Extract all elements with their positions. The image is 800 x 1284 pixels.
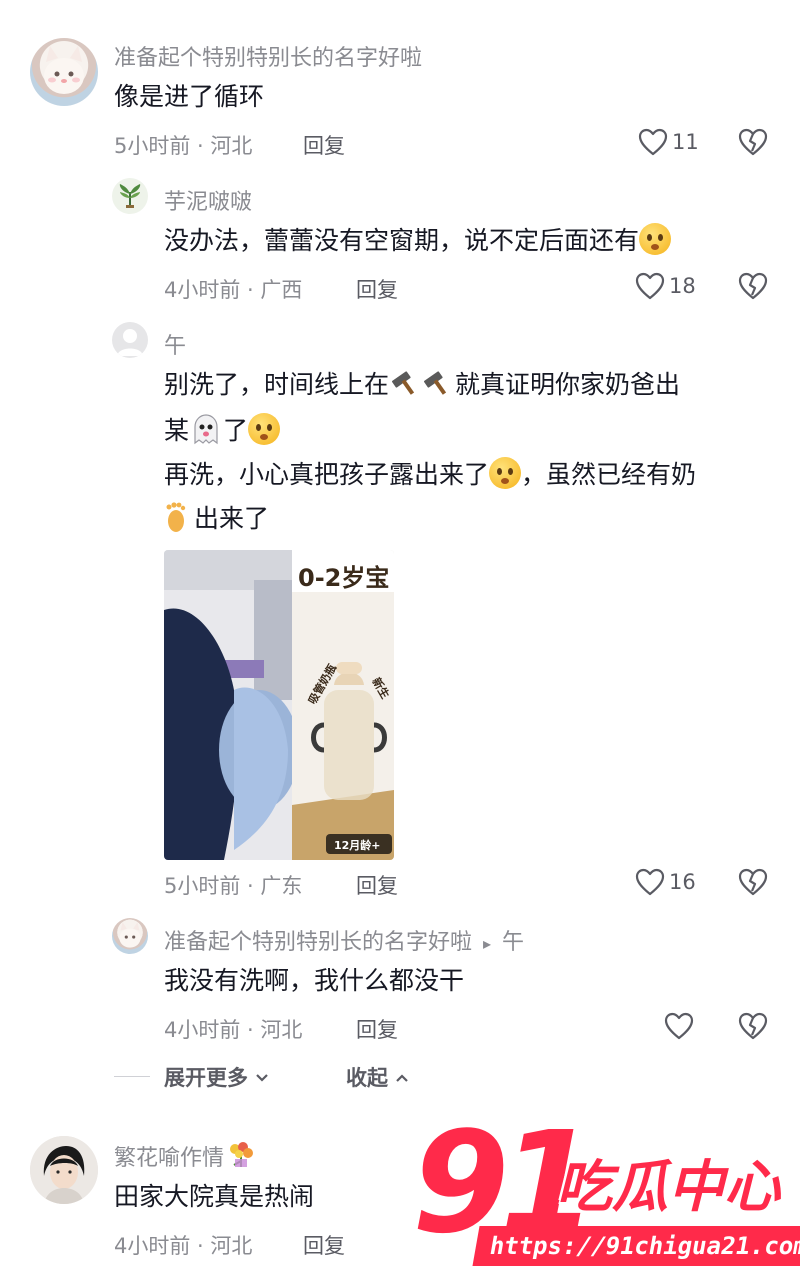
avatar[interactable] [112, 918, 148, 954]
collapse-label: 收起 [346, 1066, 388, 1090]
reply-text: 我没有洗啊，我什么都没干 [164, 966, 465, 995]
reply-attached-image[interactable]: 0-2岁宝 吸管奶瓶 新生 12月龄+ [164, 550, 394, 860]
reply-text-line: 别洗了，时间线上在 就真证明你家奶爸出 [164, 362, 680, 413]
like-count: 11 [672, 130, 699, 154]
foot-icon [164, 501, 188, 548]
reply-text: 没办法，蕾蕾没有空窗期，说不定后面还有 [164, 226, 640, 255]
cat-avatar-art [44, 46, 84, 94]
heart-outline-icon[interactable] [635, 272, 665, 300]
heart-outline-icon[interactable] [635, 868, 665, 896]
comment-text: 像是进了循环 [114, 82, 265, 111]
image-bottom-label: 12月龄+ [334, 839, 381, 852]
reply-button[interactable]: 回复 [303, 1230, 345, 1260]
heart-outline-icon[interactable] [664, 1012, 694, 1040]
crying-face-icon [639, 223, 672, 255]
comment-username[interactable]: 准备起个特别特别长的名字好啦 [114, 40, 422, 72]
comment-meta: 4小时前 · 河北 [114, 1234, 253, 1258]
reply-text: 别洗了，时间线上在 [164, 370, 390, 399]
reply-text: 出来了 [194, 504, 270, 533]
blushing-face-icon [248, 413, 281, 445]
avatar[interactable] [30, 38, 98, 106]
avatar[interactable] [30, 1136, 98, 1204]
heart-outline-icon[interactable] [638, 128, 668, 156]
reply-meta: 4小时前 · 河北 [164, 1018, 303, 1042]
reply-text: 了 [223, 416, 249, 445]
reply-to-arrow-icon: ▸ [483, 934, 492, 953]
reply-username-text[interactable]: 准备起个特别特别长的名字好啦 [164, 930, 472, 955]
reply-to-username[interactable]: 午 [502, 930, 524, 955]
chevron-up-icon [395, 1064, 409, 1088]
hammer-icon [389, 367, 455, 413]
blushing-face-icon [489, 457, 522, 489]
reply-button[interactable]: 回复 [356, 870, 398, 900]
reply-username[interactable]: 准备起个特别特别长的名字好啦 ▸ 午 [164, 924, 524, 956]
broken-heart-icon[interactable] [738, 272, 768, 300]
expand-more-label: 展开更多 [164, 1066, 248, 1090]
reply-text-line: 出来了 [164, 496, 269, 548]
thread-divider-line [114, 1076, 150, 1077]
comment-username-text[interactable]: 繁花喻作情 [114, 1146, 224, 1171]
reply-text-line: 再洗，小心真把孩子露出来了 ，虽然已经有奶 [164, 452, 696, 498]
reply-text: 再洗，小心真把孩子露出来了 [164, 460, 490, 489]
default-avatar-art [117, 329, 143, 356]
reply-meta: 4小时前 · 广西 [164, 278, 303, 302]
portrait-avatar-art [30, 1136, 98, 1204]
watermark-url: https://91chigua21.com [472, 1226, 800, 1266]
reply-meta: 5小时前 · 广东 [164, 874, 303, 898]
chevron-down-icon [255, 1064, 269, 1088]
image-title: 0-2岁宝 [298, 564, 390, 592]
avatar[interactable] [112, 178, 148, 214]
broken-heart-icon[interactable] [738, 868, 768, 896]
reply-text-line: 没办法，蕾蕾没有空窗期，说不定后面还有 [164, 218, 672, 264]
like-count: 16 [669, 870, 696, 894]
like-count: 18 [669, 274, 696, 298]
comment-meta: 5小时前 · 河北 [114, 134, 253, 158]
cat-avatar-art [119, 922, 141, 948]
collapse-button[interactable]: 收起 [346, 1062, 409, 1092]
photo-collage [164, 550, 394, 860]
plant-avatar-art [119, 184, 141, 208]
reply-username[interactable]: 午 [164, 328, 186, 360]
reply-username[interactable]: 芋泥啵啵 [164, 184, 252, 216]
reply-button[interactable]: 回复 [303, 130, 345, 160]
broken-heart-icon[interactable] [738, 128, 768, 156]
reply-button[interactable]: 回复 [356, 274, 398, 304]
comment-username[interactable]: 繁花喻作情 [114, 1140, 256, 1175]
site-watermark: 91 吃瓜中心 https://91chigua21.com [406, 1110, 800, 1280]
watermark-brand: 吃瓜中心 [556, 1155, 780, 1220]
reply-button[interactable]: 回复 [356, 1014, 398, 1044]
expand-more-button[interactable]: 展开更多 [164, 1062, 269, 1092]
flower-icon [226, 1141, 256, 1175]
comment-text: 田家大院真是热闹 [114, 1182, 315, 1211]
avatar[interactable] [112, 322, 148, 358]
reply-text: ，虽然已经有奶 [521, 460, 697, 489]
reply-text: 就真证明你家奶爸出 [455, 370, 681, 399]
broken-heart-icon[interactable] [738, 1012, 768, 1040]
reply-text: 某 [164, 416, 190, 445]
